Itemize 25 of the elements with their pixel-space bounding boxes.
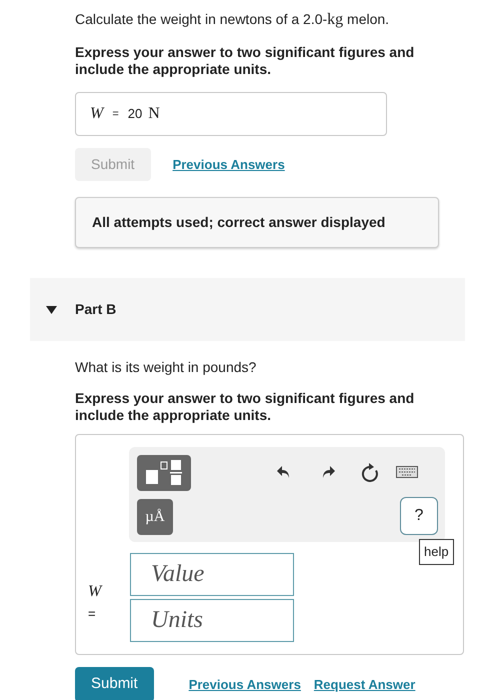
question-text: What is its weight in pounds? [75,358,258,377]
answer-field[interactable]: Units [130,599,294,642]
keyboard-icon[interactable] [396,466,418,478]
equals-sign: = [88,605,96,623]
help-button[interactable]: ? [400,497,438,535]
instructions-text: Express your answer to two significant figures and include the appropriate units. [75,44,416,78]
question-text: Calculate the weight in newtons of a 2.0-kg melon. [75,10,390,30]
part-header[interactable]: Part B [30,278,465,341]
reset-icon[interactable] [361,462,379,482]
answer-link[interactable]: Previous Answers [188,674,301,694]
answer-field: W = 20 N [75,92,387,136]
template-button[interactable] [137,455,191,491]
redo-icon[interactable] [320,464,336,480]
answer-link[interactable]: Request Answer [314,674,416,694]
answer-field[interactable]: Value [130,553,294,596]
variable-label: W [88,582,102,602]
answer-link[interactable]: Previous Answers [172,154,285,174]
feedback-message: All attempts used; correct answer displayed [75,197,439,248]
units-button[interactable]: µÅ [137,499,173,535]
fraction-template-icon [144,460,184,486]
instructions-text: Express your answer to two significant figures and include the appropriate units. [75,390,416,424]
tooltip: help [419,539,454,564]
submit-button[interactable]: Submit [75,667,154,700]
caret-icon [46,306,57,314]
undo-icon[interactable] [276,464,292,480]
